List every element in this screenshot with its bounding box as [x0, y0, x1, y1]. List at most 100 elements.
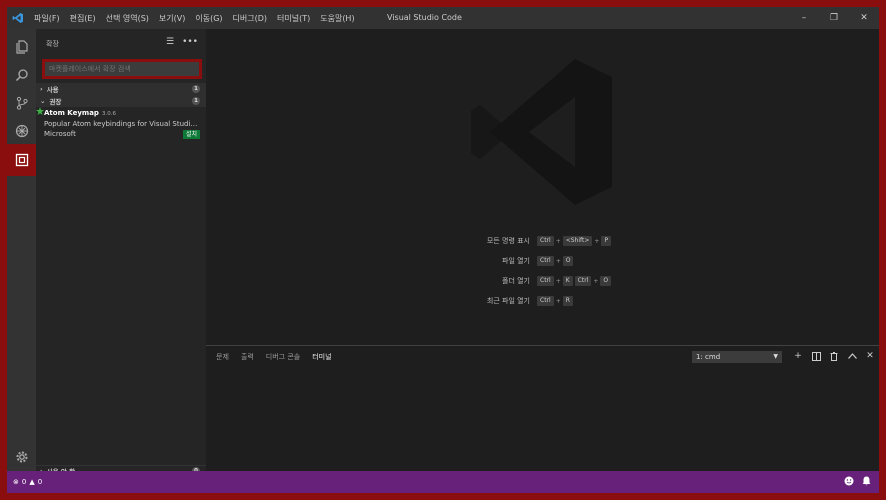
- panel-tab[interactable]: 디버그 콘솔: [266, 352, 300, 362]
- notifications-bell-icon[interactable]: [862, 476, 871, 488]
- extension-search-box: [42, 59, 202, 79]
- shortcut-row: 파일 열기 Ctrl + O: [206, 255, 879, 267]
- panel-actions: + ✕: [792, 350, 876, 362]
- shortcut-label[interactable]: 폴더 열기: [502, 275, 530, 287]
- keycap: Ctrl: [537, 236, 554, 246]
- menu-bar: 파일(F) 편집(E) 선택 영역(S) 보기(V) 이동(G) 디버그(D) 터미널(T)…: [29, 13, 360, 24]
- status-bar: ⊗ 0 ▲ 0: [7, 471, 879, 493]
- keycap: O: [562, 256, 574, 266]
- trash-icon[interactable]: [828, 350, 840, 362]
- vscode-logo-icon: [7, 7, 29, 29]
- extension-publisher: Microsoft: [44, 130, 76, 138]
- keycap: K: [562, 276, 573, 286]
- key-separator: +: [593, 277, 599, 285]
- status-right: [844, 471, 871, 493]
- key-separator: +: [555, 277, 561, 285]
- extensions-sidebar: 확장 ☰ ••• › 사용 1 ⌄ 권장 1 Atom Keymap3.0.6 …: [36, 29, 206, 476]
- close-button[interactable]: ✕: [849, 7, 879, 29]
- vscode-window: 파일(F) 편집(E) 선택 영역(S) 보기(V) 이동(G) 디버그(D) 터미널(T)…: [7, 7, 879, 493]
- maximize-panel-icon[interactable]: [846, 350, 858, 362]
- menu-item[interactable]: 선택 영역(S): [101, 13, 154, 24]
- bottom-panel: 문제 출력 디버그 콘솔 터미널 1: cmd ▼ + ✕: [206, 345, 879, 471]
- problems-status[interactable]: ⊗ 0 ▲ 0: [13, 471, 42, 493]
- section-installed-label: 사용: [46, 86, 59, 94]
- keycap: Ctrl: [537, 256, 554, 266]
- shortcut-row: 모든 명령 표시 Ctrl + <Shift> + P: [206, 235, 879, 247]
- section-recommended-label: 권장: [49, 98, 62, 106]
- extension-list-item[interactable]: Atom Keymap 3.0.6 Popular Atom keybinding…: [36, 107, 206, 139]
- keycap: Ctrl: [537, 276, 554, 286]
- key-separator: +: [555, 297, 561, 305]
- explorer-icon[interactable]: [7, 33, 36, 61]
- search-icon[interactable]: [7, 61, 36, 89]
- window-controls: – ❐ ✕: [789, 7, 879, 29]
- chevron-down-icon: ⌄: [40, 97, 46, 105]
- split-terminal-icon[interactable]: [810, 350, 822, 362]
- more-actions-icon[interactable]: •••: [182, 37, 198, 47]
- error-icon: ⊗: [13, 478, 19, 486]
- shortcut-row: 최근 파일 열기 Ctrl + R: [206, 295, 879, 307]
- keycap: <Shift>: [562, 236, 593, 246]
- menu-item[interactable]: 이동(G): [190, 13, 227, 24]
- keycap: Ctrl: [574, 276, 592, 286]
- shortcut-row: 폴더 열기 Ctrl + K Ctrl + O: [206, 275, 879, 287]
- dropdown-arrow-icon: ▼: [773, 353, 778, 360]
- section-recommended[interactable]: ⌄ 권장 1: [36, 95, 206, 107]
- section-installed[interactable]: › 사용 1: [36, 83, 206, 95]
- sidebar-actions: ☰ •••: [166, 37, 198, 47]
- window-title: Visual Studio Code: [387, 13, 462, 22]
- key-separator: +: [555, 237, 561, 245]
- settings-gear-icon[interactable]: [7, 443, 36, 471]
- feedback-smiley-icon[interactable]: [844, 476, 854, 488]
- extension-version: 3.0.6: [101, 111, 116, 117]
- clear-extensions-icon[interactable]: ☰: [166, 37, 174, 47]
- section-recommended-count: 1: [192, 97, 200, 105]
- menu-item[interactable]: 편집(E): [65, 13, 101, 24]
- terminal-select[interactable]: 1: cmd ▼: [692, 351, 782, 363]
- install-button[interactable]: 설치: [182, 130, 200, 139]
- keycap: R: [562, 296, 573, 306]
- warning-count: 0: [37, 478, 43, 486]
- vscode-watermark-icon: [471, 57, 616, 209]
- shortcut-keys: Ctrl + K Ctrl + O: [537, 275, 612, 287]
- editor-area: 모든 명령 표시 Ctrl + <Shift> + P 파일 열기 Ctrl + O 폴더 열기 Ct…: [206, 29, 879, 345]
- close-panel-icon[interactable]: ✕: [864, 350, 876, 362]
- panel-tabs: 문제 출력 디버그 콘솔 터미널: [216, 352, 332, 362]
- extensions-icon[interactable]: [7, 144, 38, 176]
- panel-tab[interactable]: 문제: [216, 352, 229, 362]
- panel-tab[interactable]: 출력: [241, 352, 254, 362]
- shortcut-label[interactable]: 파일 열기: [502, 255, 530, 267]
- keycap: P: [601, 236, 612, 246]
- new-terminal-icon[interactable]: +: [792, 350, 804, 362]
- debug-icon[interactable]: [7, 117, 36, 145]
- chevron-right-icon: ›: [40, 85, 43, 93]
- title-bar: 파일(F) 편집(E) 선택 영역(S) 보기(V) 이동(G) 디버그(D) 터미널(T)…: [7, 7, 879, 29]
- panel-tab[interactable]: 터미널: [312, 352, 331, 362]
- shortcut-label[interactable]: 최근 파일 열기: [487, 295, 530, 307]
- recommended-star-icon: [36, 107, 44, 117]
- menu-item[interactable]: 파일(F): [29, 13, 65, 24]
- shortcut-keys: Ctrl + <Shift> + P: [537, 235, 612, 247]
- keycap: Ctrl: [537, 296, 554, 306]
- activity-bar: [7, 29, 38, 471]
- menu-item[interactable]: 보기(V): [154, 13, 190, 24]
- extension-search-input[interactable]: [45, 62, 199, 76]
- section-installed-count: 1: [192, 85, 200, 93]
- shortcut-label[interactable]: 모든 명령 표시: [487, 235, 530, 247]
- keycap: O: [600, 276, 612, 286]
- source-control-icon[interactable]: [7, 89, 36, 117]
- warning-icon: ▲: [29, 478, 35, 486]
- menu-item[interactable]: 터미널(T): [272, 13, 315, 24]
- terminal-select-value: 1: cmd: [696, 353, 721, 361]
- menu-item[interactable]: 도움말(H): [315, 13, 359, 24]
- minimize-button[interactable]: –: [789, 7, 819, 29]
- extension-name-line: Atom Keymap 3.0.6: [44, 109, 116, 117]
- error-count: 0: [21, 478, 27, 486]
- key-separator: +: [555, 257, 561, 265]
- shortcut-keys: Ctrl + R: [537, 295, 573, 307]
- maximize-button[interactable]: ❐: [819, 7, 849, 29]
- menu-item[interactable]: 디버그(D): [228, 13, 272, 24]
- extension-name: Atom Keymap: [44, 109, 99, 117]
- shortcut-keys: Ctrl + O: [537, 255, 574, 267]
- key-separator: +: [594, 237, 600, 245]
